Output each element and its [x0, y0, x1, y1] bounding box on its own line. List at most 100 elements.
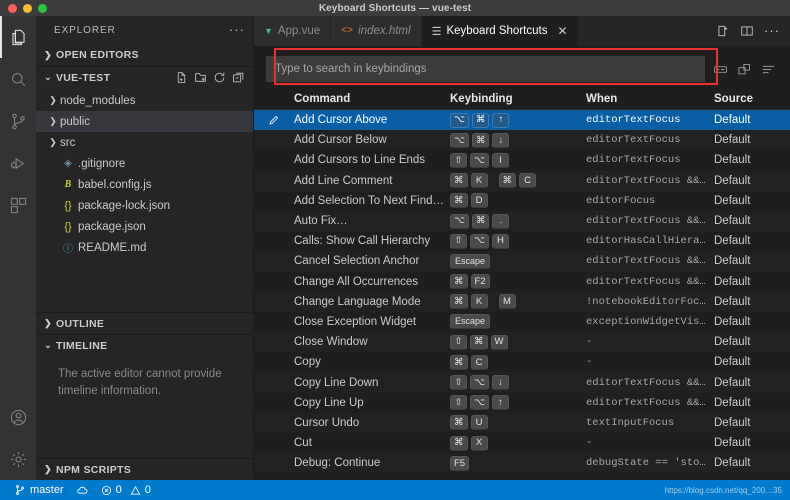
- table-row[interactable]: Add Cursor Below ⌥ ⌘ ↓ editorTextFocus Defaul…: [254, 130, 790, 151]
- cell-keybinding: F5: [450, 455, 586, 471]
- split-editor-right-icon[interactable]: [716, 24, 730, 38]
- minimize-window-button[interactable]: [23, 3, 32, 13]
- split-editor-layout-icon[interactable]: [740, 24, 754, 38]
- tab-app-vue[interactable]: ▼ App.vue: [254, 16, 332, 46]
- table-row[interactable]: Copy ⌘ C - Default: [254, 352, 790, 372]
- status-bar: master 0 0 https://blog.csdn.net/qq_200……: [0, 480, 790, 500]
- table-row[interactable]: Auto Fix… ⌥ ⌘. editorTextFocus &&… Default: [254, 210, 790, 232]
- table-row[interactable]: Cursor Undo ⌘ UtextInputFocus Default: [254, 412, 790, 433]
- search-input[interactable]: [266, 56, 705, 82]
- activity-item-extensions[interactable]: [0, 184, 36, 226]
- table-row[interactable]: Debug: Continue F5 debugState == 'sto… Defa…: [254, 453, 790, 474]
- table-row[interactable]: Cancel Selection Anchor Escape editorTextF…: [254, 251, 790, 272]
- cell-when: editorTextFocus &&…: [586, 215, 706, 228]
- sidebar-section-open-editors[interactable]: ❯ OPEN EDITORS: [36, 44, 253, 66]
- refresh-icon[interactable]: [213, 71, 226, 84]
- cell-when: editorTextFocus: [586, 134, 681, 147]
- source-control-branch-icon: [14, 484, 26, 496]
- table-row[interactable]: Close Exception Widget Escape exceptionWid…: [254, 312, 790, 332]
- edit-keybinding-icon[interactable]: [254, 114, 294, 126]
- column-header-keybinding[interactable]: Keybinding: [450, 93, 586, 105]
- table-row[interactable]: Change Language Mode ⌘ K M !notebookEditorFo…: [254, 291, 790, 312]
- cell-command: Change Language Mode: [294, 295, 421, 308]
- table-row[interactable]: Add Cursors to Line Ends ⇧ ⌥ IeditorTextFoc…: [254, 150, 790, 170]
- table-row[interactable]: Copy Line Down ⇧ ⌥ ↓ editorTextFocus &&… Defa…: [254, 372, 790, 393]
- tree-item-src[interactable]: ❯ src: [36, 132, 253, 153]
- search-container: [266, 56, 705, 82]
- sidebar-section-label: TIMELINE: [56, 339, 108, 352]
- column-header-command[interactable]: Command: [294, 93, 450, 105]
- tab-keyboard-shortcuts[interactable]: ☰ Keyboard Shortcuts ✕: [421, 16, 579, 46]
- table-row[interactable]: Add Selection To Next Find… ⌘ DeditorFocus…: [254, 191, 790, 211]
- table-row[interactable]: Change All Occurrences ⌘ F2 editorTextFocus…: [254, 272, 790, 292]
- activity-item-source-control[interactable]: [0, 100, 36, 142]
- cell-keybinding: ⌥ ⌘.: [450, 213, 586, 229]
- key-chip: W: [490, 334, 508, 350]
- activity-item-accounts[interactable]: [0, 396, 36, 438]
- sidebar-section-outline[interactable]: ❯ OUTLINE: [36, 312, 253, 334]
- cell-source: Default: [714, 275, 751, 288]
- chevron-right-icon: ❯: [49, 116, 57, 126]
- key-chip: ⌘: [450, 435, 468, 451]
- tree-item-package-json[interactable]: {} package.json: [36, 216, 253, 237]
- branch-name: master: [30, 484, 64, 496]
- chevron-right-icon: ❯: [49, 137, 57, 147]
- column-header-when[interactable]: When: [586, 93, 714, 105]
- run-debug-icon: [9, 154, 28, 173]
- close-icon[interactable]: ✕: [557, 25, 567, 37]
- tree-item-gitignore[interactable]: ◈ .gitignore: [36, 153, 253, 174]
- table-row[interactable]: Copy Line Up ⇧ ⌥ ↑ editorTextFocus &&… Defaul…: [254, 393, 790, 413]
- table-row[interactable]: Calls: Show Call Hierarchy ⇧ ⌥ HeditorHasCa…: [254, 231, 790, 251]
- explorer-section-actions: [175, 71, 253, 84]
- sidebar-section-vue-test[interactable]: ⌄ VUE-TEST: [36, 66, 253, 88]
- new-file-icon[interactable]: [175, 71, 188, 84]
- cell-command: Close Exception Widget: [294, 315, 417, 328]
- activity-item-explorer[interactable]: [0, 16, 36, 58]
- column-header-source[interactable]: Source: [714, 93, 790, 105]
- sidebar-more-actions-icon[interactable]: ···: [229, 23, 245, 36]
- tree-item-node_modules[interactable]: ❯ node_modules: [36, 90, 253, 111]
- cell-keybinding: ⌘ F2: [450, 274, 586, 290]
- cell-keybinding: ⇧ ⌥ I: [450, 152, 586, 168]
- sidebar-section-timeline[interactable]: ⌄ TIMELINE: [36, 334, 253, 356]
- window-title: Keyboard Shortcuts — vue-test: [318, 2, 472, 14]
- cloud-sync-icon: [76, 484, 89, 497]
- sidebar-section-npm-scripts[interactable]: ❯ NPM SCRIPTS: [36, 458, 253, 480]
- tree-item-babel-config[interactable]: B babel.config.js: [36, 174, 253, 195]
- cell-command: Copy Line Up: [294, 396, 364, 409]
- key-chip: ⌘: [450, 193, 468, 209]
- status-branch[interactable]: master: [8, 480, 70, 500]
- cell-when: editorTextFocus &&…: [586, 275, 706, 288]
- record-keys-icon[interactable]: [713, 62, 728, 77]
- tree-item-readme[interactable]: ⓘ README.md: [36, 237, 253, 258]
- cell-when: debugState == 'sto…: [586, 457, 706, 470]
- status-problems[interactable]: 0 0: [95, 480, 157, 500]
- collapse-all-icon[interactable]: [232, 71, 245, 84]
- cell-source: Default: [714, 114, 751, 127]
- new-folder-icon[interactable]: [194, 71, 207, 84]
- sort-by-precedence-icon[interactable]: [737, 62, 752, 77]
- sidebar-title-bar: EXPLORER ···: [36, 16, 253, 44]
- table-row[interactable]: Add Line Comment ⌘ K ⌘ CeditorTextFocus &&… D…: [254, 170, 790, 191]
- table-row[interactable]: Add Cursor Above ⌥ ⌘ ↑ editorTextFocus Defaul…: [254, 110, 790, 131]
- chevron-right-icon: ❯: [44, 464, 52, 474]
- activity-item-search[interactable]: [0, 58, 36, 100]
- close-window-button[interactable]: [8, 3, 17, 13]
- table-row[interactable]: Cut ⌘ X - Default: [254, 433, 790, 453]
- zoom-window-button[interactable]: [38, 3, 47, 13]
- tree-item-package-lock-json[interactable]: {} package-lock.json: [36, 195, 253, 216]
- cell-source: Default: [714, 134, 751, 147]
- cell-command: Cut: [294, 437, 312, 450]
- status-sync[interactable]: [70, 480, 95, 500]
- clear-keybindings-search-icon[interactable]: [761, 62, 776, 77]
- cell-keybinding: ⌘ K ⌘ C: [450, 173, 586, 189]
- source-control-icon: [9, 112, 28, 131]
- activity-item-run-and-debug[interactable]: [0, 142, 36, 184]
- tree-item-public[interactable]: ❯ public: [36, 111, 253, 132]
- more-actions-icon[interactable]: ···: [764, 24, 780, 37]
- key-chip: M: [498, 294, 516, 310]
- cell-keybinding: ⌘ C: [450, 354, 586, 370]
- activity-item-manage[interactable]: [0, 438, 36, 480]
- table-row[interactable]: Close Window ⇧ ⌘ W - Default: [254, 332, 790, 353]
- tab-index-html[interactable]: <> index.html: [331, 16, 422, 46]
